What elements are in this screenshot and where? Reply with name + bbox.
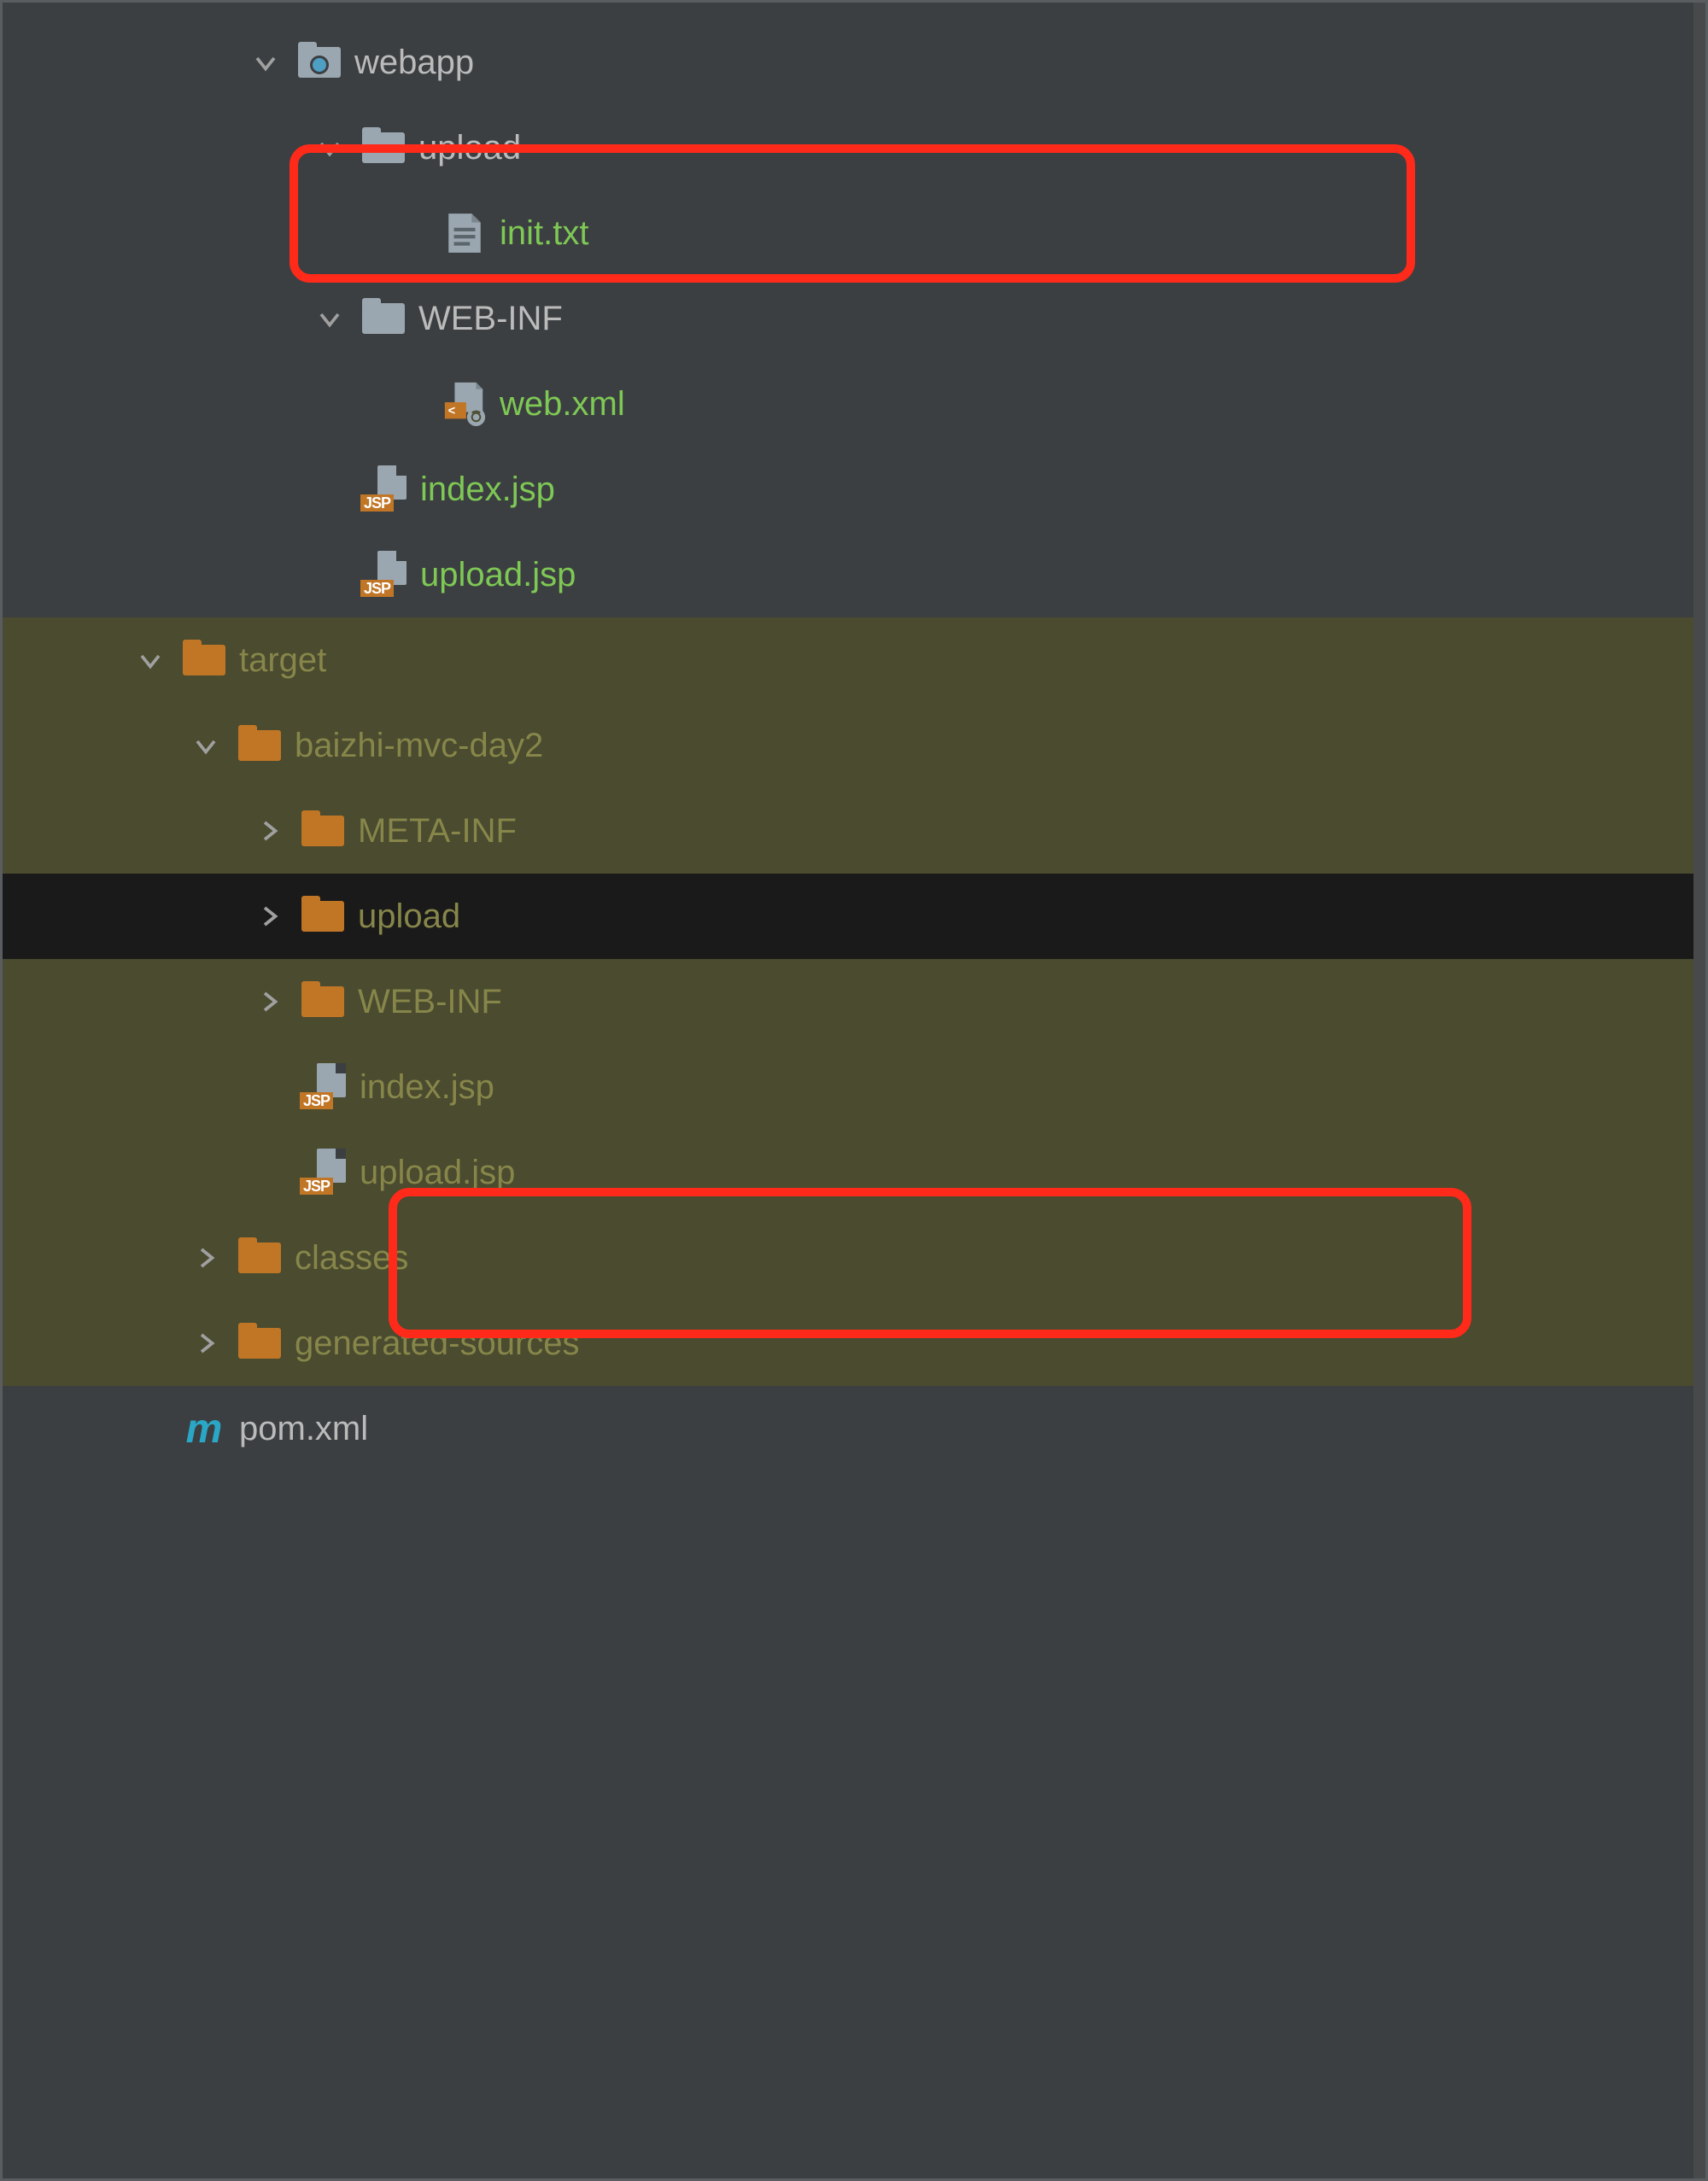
tree-label: generated-sources bbox=[295, 1324, 580, 1363]
chevron-down-icon[interactable] bbox=[250, 47, 281, 78]
tree-label: upload bbox=[358, 898, 460, 936]
chevron-right-icon[interactable] bbox=[190, 1243, 221, 1273]
tree-label: index.jsp bbox=[360, 1068, 494, 1107]
tree-item-metainf[interactable]: META-INF bbox=[3, 788, 1705, 874]
jsp-file-icon: JSP bbox=[360, 465, 408, 513]
tree-label: target bbox=[239, 641, 326, 680]
folder-icon bbox=[360, 125, 407, 171]
tree-label: upload bbox=[418, 129, 521, 167]
chevron-right-icon[interactable] bbox=[254, 986, 284, 1017]
tree-item-webinf-target[interactable]: WEB-INF bbox=[3, 959, 1705, 1044]
chevron-right-icon[interactable] bbox=[254, 816, 284, 846]
folder-icon bbox=[360, 295, 407, 342]
tree-item-pom-xml[interactable]: m pom.xml bbox=[3, 1386, 1705, 1471]
scrollbar-rail[interactable] bbox=[1693, 3, 1705, 2178]
chevron-down-icon[interactable] bbox=[314, 132, 345, 163]
tree-item-web-xml[interactable]: < web.xml bbox=[3, 361, 1705, 447]
web-folder-icon bbox=[296, 39, 342, 85]
tree-label: upload.jsp bbox=[420, 556, 576, 594]
chevron-right-icon[interactable] bbox=[190, 1328, 221, 1359]
spacer bbox=[314, 559, 345, 590]
tree-item-webapp[interactable]: webapp bbox=[3, 20, 1705, 105]
tree-item-index-jsp-src[interactable]: JSP index.jsp bbox=[3, 447, 1705, 532]
spacer bbox=[395, 389, 426, 419]
tree-item-upload-jsp-src[interactable]: JSP upload.jsp bbox=[3, 532, 1705, 617]
xml-file-icon: < bbox=[442, 381, 488, 427]
excluded-folder-icon bbox=[237, 722, 283, 769]
tree-label: META-INF bbox=[358, 812, 517, 851]
spacer bbox=[395, 218, 426, 249]
tree-label: classes bbox=[295, 1239, 408, 1278]
spacer bbox=[254, 1072, 284, 1102]
chevron-down-icon[interactable] bbox=[190, 730, 221, 761]
spacer bbox=[254, 1157, 284, 1188]
tree-label: web.xml bbox=[500, 385, 625, 424]
tree-label: pom.xml bbox=[239, 1410, 368, 1448]
tree-item-index-jsp-target[interactable]: JSP index.jsp bbox=[3, 1044, 1705, 1130]
excluded-folder-icon bbox=[237, 1235, 283, 1281]
tree-label: WEB-INF bbox=[358, 983, 502, 1021]
tree-label: upload.jsp bbox=[360, 1154, 515, 1192]
project-tree: webapp upload init.txt WEB-INF bbox=[3, 3, 1705, 1471]
jsp-file-icon: JSP bbox=[360, 551, 408, 599]
tree-label: webapp bbox=[354, 44, 474, 82]
spacer bbox=[135, 1413, 166, 1444]
chevron-down-icon[interactable] bbox=[135, 645, 166, 675]
tree-item-webinf-src[interactable]: WEB-INF bbox=[3, 276, 1705, 361]
tree-item-upload-src[interactable]: upload bbox=[3, 105, 1705, 190]
svg-text:<: < bbox=[448, 405, 455, 418]
text-file-icon bbox=[442, 210, 488, 256]
excluded-folder-icon bbox=[300, 808, 346, 854]
chevron-down-icon[interactable] bbox=[314, 303, 345, 334]
jsp-file-icon: JSP bbox=[300, 1149, 348, 1196]
tree-item-project-build[interactable]: baizhi-mvc-day2 bbox=[3, 703, 1705, 788]
excluded-folder-icon bbox=[237, 1320, 283, 1366]
tree-label: WEB-INF bbox=[418, 300, 563, 338]
tree-item-classes[interactable]: classes bbox=[3, 1215, 1705, 1301]
chevron-right-icon[interactable] bbox=[254, 901, 284, 932]
spacer bbox=[314, 474, 345, 505]
tree-item-target[interactable]: target bbox=[3, 617, 1705, 703]
excluded-folder-icon bbox=[181, 637, 227, 683]
tree-item-init-txt[interactable]: init.txt bbox=[3, 190, 1705, 276]
tree-label: baizhi-mvc-day2 bbox=[295, 727, 543, 765]
excluded-folder-icon bbox=[300, 893, 346, 939]
jsp-file-icon: JSP bbox=[300, 1063, 348, 1111]
tree-item-upload-jsp-target[interactable]: JSP upload.jsp bbox=[3, 1130, 1705, 1215]
tree-item-generated-sources[interactable]: generated-sources bbox=[3, 1301, 1705, 1386]
maven-icon: m bbox=[181, 1406, 227, 1452]
tree-item-upload-target[interactable]: upload bbox=[3, 874, 1705, 959]
excluded-folder-icon bbox=[300, 979, 346, 1025]
tree-label: init.txt bbox=[500, 214, 588, 253]
tree-label: index.jsp bbox=[420, 471, 555, 509]
